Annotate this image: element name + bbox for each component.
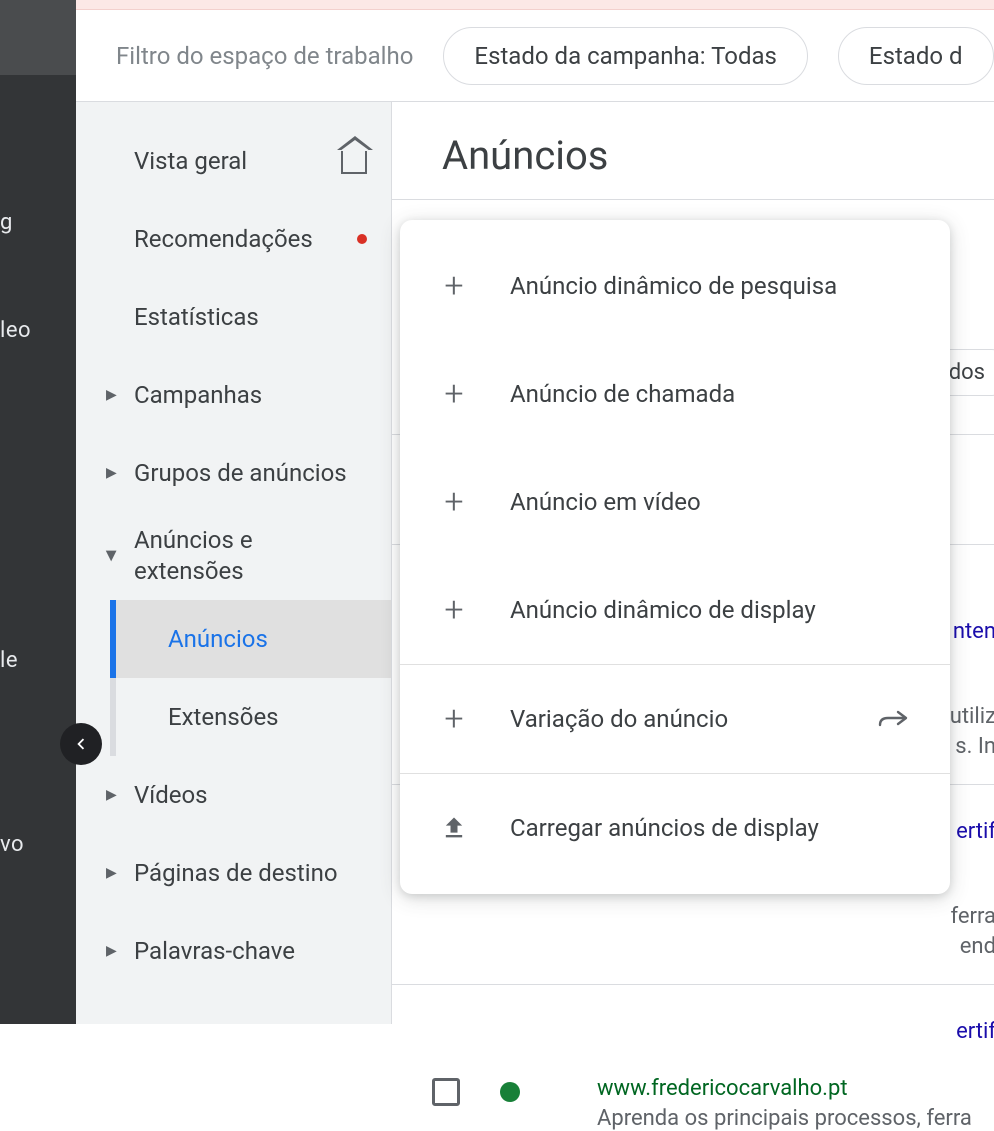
nav-overview[interactable]: Vista geral [76, 122, 391, 200]
plus-icon: + [440, 590, 468, 630]
nav-recommendations[interactable]: Recomendações [76, 200, 391, 278]
nav-keywords[interactable]: ▶ Palavras-chave [76, 912, 391, 990]
plus-icon: + [440, 266, 468, 306]
dark-nav-rail: g leo le vo [0, 0, 76, 1024]
rail-item-text[interactable]: le [0, 648, 18, 673]
menu-item-ad-variation[interactable]: + Variação do anúncio [400, 665, 950, 773]
side-navigation: Vista geral Recomendações Estatísticas ▶… [76, 102, 392, 1024]
nav-ads-extensions[interactable]: ▶ Anúncios e extensões [76, 512, 391, 600]
rail-item-text[interactable]: vo [0, 832, 24, 857]
nav-label: Extensões [168, 703, 279, 731]
ad-desc-partial: ferra [950, 904, 994, 929]
nav-label: Grupos de anúncios [134, 459, 347, 487]
status-dot-icon [500, 1082, 520, 1102]
ad-desc-partial: s. In [955, 734, 994, 759]
row-checkbox[interactable] [432, 1078, 460, 1106]
chevron-down-icon: ▶ [103, 551, 119, 562]
ad-link-partial: ertif [956, 1019, 994, 1044]
filter-label: Filtro do espaço de trabalho [116, 42, 413, 70]
chevron-right-icon: ▶ [106, 787, 117, 803]
menu-item-dynamic-search-ad[interactable]: + Anúncio dinâmico de pesquisa [400, 232, 950, 340]
chevron-right-icon: ▶ [106, 943, 117, 959]
nav-ads[interactable]: Anúncios [110, 600, 391, 678]
ad-link-partial: nten [953, 619, 994, 644]
menu-label: Carregar anúncios de display [510, 814, 819, 842]
new-ad-menu: + Anúncio dinâmico de pesquisa + Anúncio… [400, 220, 950, 894]
nav-label: Anúncios e extensões [134, 525, 367, 587]
menu-item-dynamic-display-ad[interactable]: + Anúncio dinâmico de display [400, 556, 950, 664]
page-title: Anúncios [392, 102, 994, 200]
menu-label: Anúncio dinâmico de display [510, 596, 816, 624]
rail-account-block [0, 0, 76, 75]
menu-item-video-ad[interactable]: + Anúncio em vídeo [400, 448, 950, 556]
menu-label: Variação do anúncio [510, 705, 728, 733]
nav-extensions[interactable]: Extensões [110, 678, 391, 756]
menu-label: Anúncio de chamada [510, 380, 735, 408]
filter-chip-state[interactable]: Estado d [838, 27, 994, 85]
rail-item-text[interactable]: leo [0, 318, 31, 343]
workspace-filter-bar: Filtro do espaço de trabalho Estado da c… [76, 10, 994, 102]
chevron-right-icon: ▶ [106, 387, 117, 403]
notification-dot-icon [357, 234, 367, 244]
divider [392, 984, 994, 985]
chevron-right-icon: ▶ [106, 865, 117, 881]
menu-item-call-ad[interactable]: + Anúncio de chamada [400, 340, 950, 448]
upload-icon [440, 814, 468, 842]
nav-label: Estatísticas [134, 303, 259, 331]
chevron-right-icon: ▶ [106, 465, 117, 481]
nav-ad-groups[interactable]: ▶ Grupos de anúncios [76, 434, 391, 512]
ad-url[interactable]: www.fredericocarvalho.pt [597, 1076, 848, 1101]
nav-label: Vídeos [134, 781, 208, 809]
nav-label: Campanhas [134, 381, 262, 409]
plus-icon: + [440, 482, 468, 522]
nav-label: Palavras-chave [134, 937, 295, 965]
plus-icon: + [440, 699, 468, 739]
menu-item-upload-display-ads[interactable]: Carregar anúncios de display [400, 774, 950, 882]
ad-link-partial: ertif [956, 819, 994, 844]
nav-campaigns[interactable]: ▶ Campanhas [76, 356, 391, 434]
nav-landing-pages[interactable]: ▶ Páginas de destino [76, 834, 391, 912]
menu-label: Anúncio em vídeo [510, 488, 701, 516]
plus-icon: + [440, 374, 468, 414]
chevron-left-icon [70, 733, 92, 755]
nav-stats[interactable]: Estatísticas [76, 278, 391, 356]
nav-label: Recomendações [134, 225, 313, 253]
nav-videos[interactable]: ▶ Vídeos [76, 756, 391, 834]
filter-chip-campaign-state[interactable]: Estado da campanha: Todas [443, 27, 808, 85]
arrow-right-icon [878, 702, 910, 737]
ad-description: Aprenda os principais processos, ferra [597, 1106, 972, 1131]
menu-label: Anúncio dinâmico de pesquisa [510, 272, 837, 300]
rail-item-text[interactable]: g [0, 210, 13, 235]
ad-desc-partial: end [960, 934, 994, 959]
nav-label: Vista geral [134, 147, 247, 175]
alert-strip [76, 0, 994, 10]
ad-desc-partial: utiliz [950, 704, 994, 729]
nav-label: Páginas de destino [134, 859, 338, 887]
home-icon [341, 148, 367, 174]
collapse-sidebar-button[interactable] [60, 723, 102, 765]
nav-label: Anúncios [168, 625, 268, 653]
